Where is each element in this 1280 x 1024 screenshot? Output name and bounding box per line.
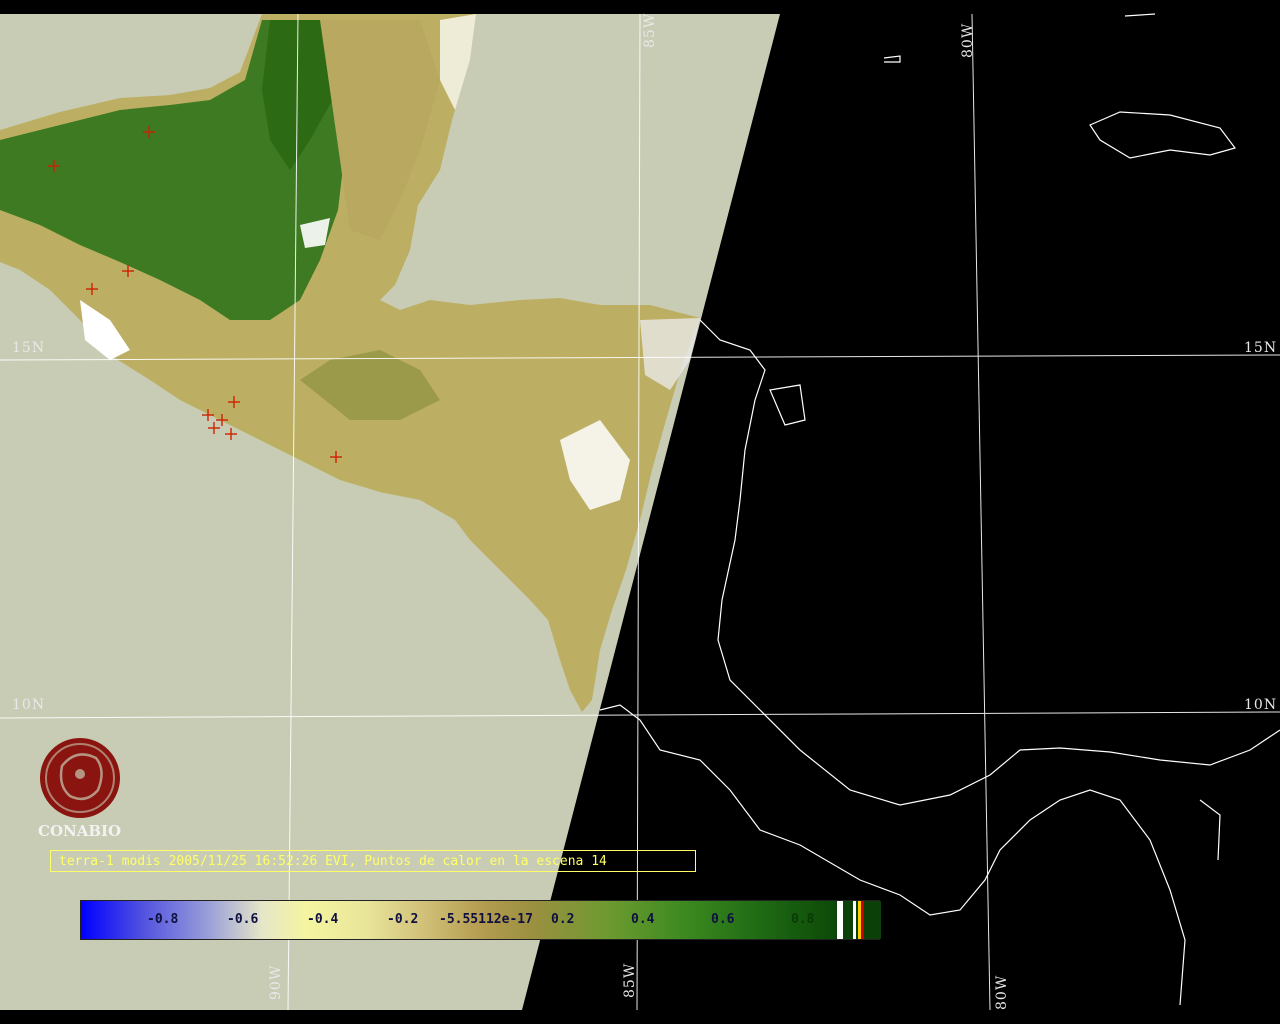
colorbar-tick: 0.8 xyxy=(791,912,815,927)
colorbar-tick: -0.2 xyxy=(387,912,419,927)
lon-label-90w-bottom: 90W xyxy=(268,964,284,1000)
colorbar-tick: 0.2 xyxy=(551,912,575,927)
lon-label-85w-bottom: 85W xyxy=(622,962,638,998)
colorbar-white-stripe-2 xyxy=(853,901,856,939)
lon-label-85w-top: 85W xyxy=(642,12,658,48)
colorbar-tick: 0.6 xyxy=(711,912,735,927)
colorbar-red-stripe xyxy=(861,901,864,939)
scene-caption: terra-1 modis 2005/11/25 16:52:26 EVI, P… xyxy=(50,850,696,872)
lon-label-80w-bottom: 80W xyxy=(994,974,1010,1010)
colorbar-tick: -0.4 xyxy=(307,912,339,927)
colorbar-legend: -0.8 -0.6 -0.4 -0.2 -5.55112e-17 0.2 0.4… xyxy=(80,900,881,940)
logo-text: CONABIO xyxy=(38,822,122,840)
colorbar-tick: -0.8 xyxy=(147,912,179,927)
colorbar-tick: -5.55112e-17 xyxy=(439,912,533,927)
lon-label-80w-top: 80W xyxy=(960,22,976,58)
colorbar-tick: -0.6 xyxy=(227,912,259,927)
lat-label-15n-left: 15N xyxy=(12,340,46,356)
colorbar-tick: 0.4 xyxy=(631,912,655,927)
lat-label-15n-right: 15N xyxy=(1244,340,1278,356)
lat-label-10n-left: 10N xyxy=(12,697,46,713)
lat-label-10n-right: 10N xyxy=(1244,697,1278,713)
colorbar-white-stripe xyxy=(837,901,843,939)
